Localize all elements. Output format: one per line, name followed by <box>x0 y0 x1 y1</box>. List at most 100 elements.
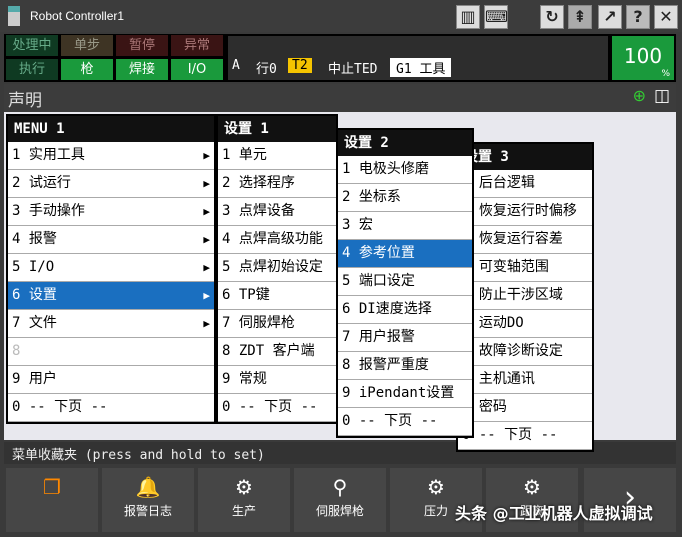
production-icon: ⚙ <box>235 475 253 499</box>
menu-item-label: 2 坐标系 <box>342 189 401 205</box>
menu-item[interactable]: 0 -- 下页 -- <box>218 394 336 422</box>
servo-gun-key[interactable]: ⚲ 伺服焊枪 <box>294 468 386 532</box>
status-weld: 焊接 <box>116 59 168 80</box>
menu-item[interactable]: 0 -- 下页 -- <box>8 394 214 422</box>
menu-item[interactable]: 7 文件 ▶ <box>8 310 214 338</box>
menu-item-label: 7 用户报警 <box>342 329 415 345</box>
menu-item-label: 0 -- 下页 -- <box>462 427 558 443</box>
menu-item[interactable]: 0 -- 下页 -- <box>458 422 592 450</box>
menu-item[interactable]: 5 I/O ▶ <box>8 254 214 282</box>
menu-item-label: 9 iPendant设置 <box>342 385 455 401</box>
menu-item[interactable]: 3 宏 <box>338 212 472 240</box>
menu-item[interactable]: 1 电极头修磨 <box>338 156 472 184</box>
alarm-log-label: 报警日志 <box>123 504 172 518</box>
keyboard-icon[interactable]: ⌨ <box>484 5 508 29</box>
submenu-arrow-icon: ▶ <box>203 205 210 218</box>
zoom-in-icon[interactable]: ⊕ <box>633 86 646 105</box>
production-key[interactable]: ⚙ 生产 <box>198 468 290 532</box>
pendant-icon[interactable]: ▥ <box>456 5 480 29</box>
menu-item[interactable]: 8 主机通讯 <box>458 366 592 394</box>
menu-item[interactable]: 8 ZDT 客户端 <box>218 338 336 366</box>
menu-item[interactable]: 5 点焊初始设定 <box>218 254 336 282</box>
close-window-key[interactable]: ❐ <box>6 468 98 532</box>
window-close-icon: ❐ <box>43 475 61 499</box>
menu-item[interactable]: 7 用户报警 <box>338 324 472 352</box>
refresh-icon[interactable]: ↻ <box>540 5 564 29</box>
menu-item-label: 1 单元 <box>222 147 267 163</box>
menu-item[interactable]: 4 可变轴范围 <box>458 254 592 282</box>
external-icon[interactable]: ↗ <box>598 5 622 29</box>
menu-item[interactable]: 3 恢复运行容差 <box>458 226 592 254</box>
split-screen-icon[interactable]: ◫ <box>654 86 670 106</box>
screen-title-bar: 声明 ⊕ ◫ <box>4 84 676 112</box>
submenu-arrow-icon: ▶ <box>203 317 210 330</box>
menu-item-label: 7 故障诊断设定 <box>462 343 563 359</box>
teach-pendant-icon <box>8 6 20 26</box>
menu-item[interactable]: 6 设置 ▶ <box>8 282 214 310</box>
menu-title: 设置 1 <box>218 116 336 142</box>
menu-item[interactable]: 2 坐标系 <box>338 184 472 212</box>
menu-item[interactable]: 9 iPendant设置 <box>338 380 472 408</box>
menu-item[interactable]: 3 手动操作 ▶ <box>8 198 214 226</box>
menu-item-label: 6 设置 <box>12 287 57 303</box>
menu-item-label: 4 点焊高级功能 <box>222 231 323 247</box>
bell-icon: 🔔 <box>135 475 161 499</box>
menu-item[interactable]: 7 伺服焊枪 <box>218 310 336 338</box>
menu-item-label: 1 电极头修磨 <box>342 161 429 177</box>
override-value: 100 <box>623 44 663 68</box>
menu-item[interactable]: 1 后台逻辑 <box>458 170 592 198</box>
menu-item[interactable]: 9 用户 <box>8 366 214 394</box>
title-bar: Robot Controller1 ▥ ⌨ ↻ ⇞ ↗ ? ✕ <box>0 0 682 32</box>
menu-item-label: 8 报警严重度 <box>342 357 429 373</box>
menu-title: 设置 2 <box>338 130 472 156</box>
menu-item-label: 4 参考位置 <box>342 245 415 261</box>
status-busy: 处理中 <box>6 35 58 56</box>
menu-item[interactable]: 9 密码 <box>458 394 592 422</box>
menu-item-label: 9 用户 <box>12 371 57 387</box>
menu-item-label: 8 <box>12 343 21 359</box>
menu-item[interactable]: 4 报警 ▶ <box>8 226 214 254</box>
submenu-arrow-icon: ▶ <box>203 149 210 162</box>
menu-panel-2: 设置 1 1 单元 2 选择程序 3 点焊设备 4 点焊高级功能 5 点焊初始设定 6 TP… <box>216 114 338 424</box>
menu-item[interactable]: 8 报警严重度 <box>338 352 472 380</box>
menu-item[interactable]: 5 端口设定 <box>338 268 472 296</box>
menu-item-label: 5 I/O <box>12 259 55 275</box>
status-io: I/O <box>171 59 223 80</box>
status-gun: 枪 <box>61 59 113 80</box>
close-icon[interactable]: ✕ <box>654 5 678 29</box>
robot-icon[interactable]: ⇞ <box>568 5 592 29</box>
help-icon[interactable]: ? <box>626 5 650 29</box>
submenu-arrow-icon: ▶ <box>203 177 210 190</box>
menu-item[interactable]: 2 试运行 ▶ <box>8 170 214 198</box>
menu-item[interactable]: 2 选择程序 <box>218 170 336 198</box>
menu-item[interactable]: 1 单元 <box>218 142 336 170</box>
menu-item-label: 0 -- 下页 -- <box>342 413 438 429</box>
servo-gun-icon: ⚲ <box>332 475 348 499</box>
menu-item[interactable]: 2 恢复运行时偏移 <box>458 198 592 226</box>
window-title: Robot Controller1 <box>30 9 125 23</box>
menu-item[interactable]: 6 DI速度选择 <box>338 296 472 324</box>
menu-item-label: 5 点焊初始设定 <box>222 259 323 275</box>
override-button[interactable]: 100% <box>612 36 674 80</box>
menu-item[interactable]: 4 点焊高级功能 <box>218 226 336 254</box>
override-unit: % <box>661 69 670 79</box>
menu-item[interactable]: 3 点焊设备 <box>218 198 336 226</box>
menu-item-label: 8 ZDT 客户端 <box>222 343 315 359</box>
menu-item[interactable]: 9 常规 <box>218 366 336 394</box>
group-frame: G1 工具 <box>390 58 452 77</box>
alarm-log-key[interactable]: 🔔 报警日志 <box>102 468 194 532</box>
status-fault: 异常 <box>171 35 223 56</box>
line-number: 行0 <box>256 62 277 77</box>
status-info: A 行0 T2 中止TED G1 工具 <box>228 36 608 80</box>
menu-item[interactable]: 6 运动DO <box>458 310 592 338</box>
menu-item[interactable]: 5 防止干涉区域 <box>458 282 592 310</box>
chevron-right-icon: › <box>624 480 636 515</box>
menu-item-label: 0 -- 下页 -- <box>222 399 318 415</box>
menu-item[interactable]: 8 <box>8 338 214 366</box>
menu-item[interactable]: 1 实用工具 ▶ <box>8 142 214 170</box>
menu-item-label: 5 防止干涉区域 <box>462 287 563 303</box>
menu-item[interactable]: 6 TP键 <box>218 282 336 310</box>
menu-item[interactable]: 4 参考位置 <box>338 240 472 268</box>
menu-item[interactable]: 0 -- 下页 -- <box>338 408 472 436</box>
menu-item[interactable]: 7 故障诊断设定 <box>458 338 592 366</box>
